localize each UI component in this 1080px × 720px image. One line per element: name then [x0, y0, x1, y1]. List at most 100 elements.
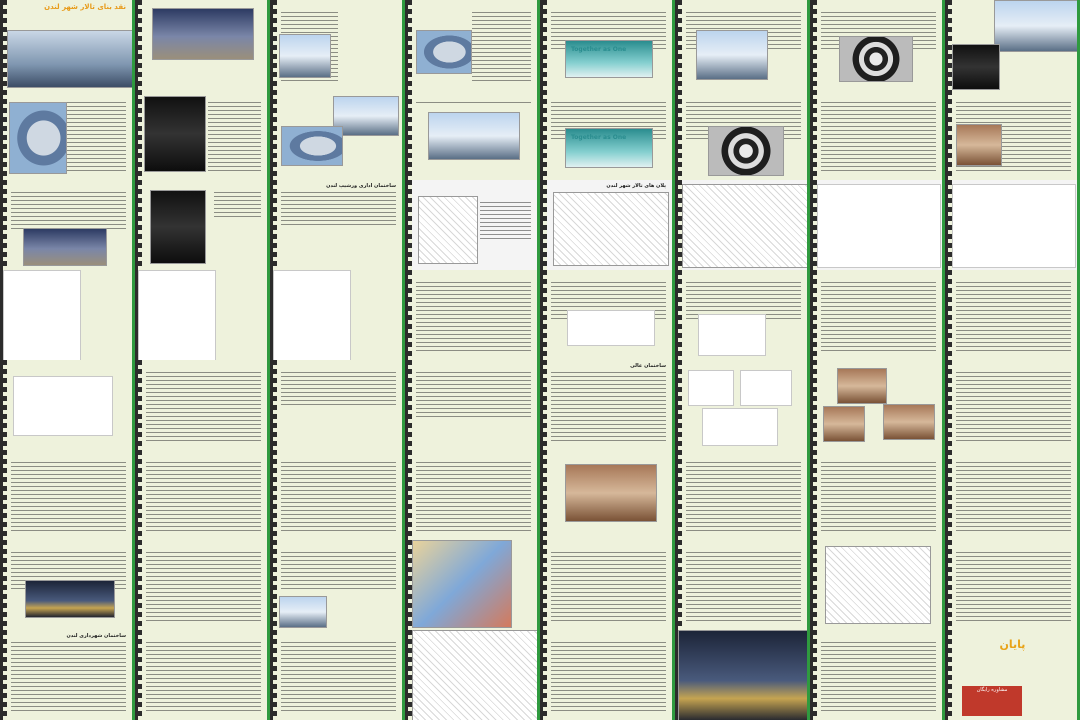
slide-6[interactable]	[675, 0, 810, 90]
slide-text	[11, 462, 126, 534]
slide-30[interactable]	[675, 270, 810, 360]
slide-20[interactable]	[405, 180, 540, 270]
slide-63[interactable]	[810, 630, 945, 720]
slide-text	[821, 462, 936, 534]
slide-24[interactable]	[945, 180, 1080, 270]
slide-title: پلان های تالار شهر لندن	[606, 183, 666, 189]
slide-49[interactable]	[0, 540, 135, 630]
interior-photo	[565, 464, 657, 522]
building-photo	[428, 112, 520, 160]
slide-28[interactable]	[405, 270, 540, 360]
slide-39[interactable]	[810, 360, 945, 450]
slide-22[interactable]	[675, 180, 810, 270]
slide-11[interactable]	[270, 90, 405, 180]
interior-photo	[956, 124, 1002, 166]
slide-19[interactable]: ساختمان اداری ورشیپ لندن	[270, 180, 405, 270]
slide-54[interactable]	[675, 540, 810, 630]
slide-32[interactable]	[945, 270, 1080, 360]
image-placeholder	[273, 270, 351, 360]
slide-2[interactable]	[135, 0, 270, 90]
slide-text	[551, 372, 666, 444]
structure-photo	[837, 368, 887, 404]
slide-text	[11, 192, 126, 230]
slide-57[interactable]: ساختمان شهرداری لندن	[0, 630, 135, 720]
slide-43[interactable]	[270, 450, 405, 540]
slide-60[interactable]	[405, 630, 540, 720]
slide-1[interactable]: نقد بنای تالار شهر لندن	[0, 0, 135, 90]
spiral-photo	[839, 36, 913, 82]
slide-text	[480, 202, 531, 240]
slide-51[interactable]	[270, 540, 405, 630]
slide-37[interactable]: ساختمان عالی	[540, 360, 675, 450]
slide-text	[551, 642, 666, 714]
image-placeholder	[740, 370, 792, 406]
slide-9[interactable]	[0, 90, 135, 180]
slide-50[interactable]	[135, 540, 270, 630]
slide-14[interactable]	[675, 90, 810, 180]
slide-23[interactable]	[810, 180, 945, 270]
slide-text	[416, 372, 531, 420]
slide-31[interactable]	[810, 270, 945, 360]
slide-text	[281, 552, 396, 590]
slide-text	[551, 552, 666, 624]
building-photo	[696, 30, 768, 80]
slide-4[interactable]	[405, 0, 540, 90]
end-title: پایان	[999, 638, 1026, 651]
site-plan	[682, 184, 807, 268]
slide-59[interactable]	[270, 630, 405, 720]
slide-7[interactable]	[810, 0, 945, 90]
slide-47[interactable]	[810, 450, 945, 540]
slide-10[interactable]	[135, 90, 270, 180]
slide-33[interactable]	[0, 360, 135, 450]
slide-text	[281, 192, 396, 226]
slide-36[interactable]	[405, 360, 540, 450]
slide-29[interactable]	[540, 270, 675, 360]
slide-40[interactable]	[945, 360, 1080, 450]
slide-35[interactable]	[270, 360, 405, 450]
slide-55[interactable]	[810, 540, 945, 630]
slide-17[interactable]	[0, 180, 135, 270]
slide-16[interactable]	[945, 90, 1080, 180]
ramp-photo	[144, 96, 206, 172]
section-drawing	[412, 540, 512, 628]
slide-41[interactable]	[0, 450, 135, 540]
slide-53[interactable]	[540, 540, 675, 630]
structure-photo	[952, 44, 1000, 90]
slide-8[interactable]	[945, 0, 1080, 90]
slide-text	[472, 12, 531, 84]
slide-45[interactable]	[540, 450, 675, 540]
slide-21[interactable]: پلان های تالار شهر لندن	[540, 180, 675, 270]
slide-52[interactable]	[405, 540, 540, 630]
slide-64[interactable]: پایان مشاوره رایگان	[945, 630, 1080, 720]
slide-text	[686, 462, 801, 534]
slide-48[interactable]	[945, 450, 1080, 540]
slide-text	[281, 372, 396, 406]
slide-3[interactable]	[270, 0, 405, 90]
slide-58[interactable]	[135, 630, 270, 720]
slide-42[interactable]	[135, 450, 270, 540]
slide-title: نقد بنای تالار شهر لندن	[44, 3, 126, 11]
slide-26[interactable]	[135, 270, 270, 360]
slide-44[interactable]	[405, 450, 540, 540]
slide-13[interactable]: Together as One	[540, 90, 675, 180]
slide-38[interactable]	[675, 360, 810, 450]
slide-title: ساختمان اداری ورشیپ لندن	[326, 183, 396, 189]
tower-bridge-sketch	[412, 630, 537, 720]
slide-25[interactable]	[0, 270, 135, 360]
graphic-caption: Together as One	[571, 46, 627, 53]
slide-title: ساختمان عالی	[630, 363, 666, 369]
slide-61[interactable]	[540, 630, 675, 720]
slide-18[interactable]	[135, 180, 270, 270]
slide-sheet: نقد بنای تالار شهر لندن Together as One	[0, 0, 1080, 720]
slide-text	[416, 462, 531, 534]
slide-46[interactable]	[675, 450, 810, 540]
slide-text	[956, 462, 1071, 534]
slide-27[interactable]	[270, 270, 405, 360]
slide-12[interactable]	[405, 90, 540, 180]
slide-15[interactable]	[810, 90, 945, 180]
slide-56[interactable]	[945, 540, 1080, 630]
slide-34[interactable]	[135, 360, 270, 450]
skyline-photo	[994, 0, 1077, 52]
slide-62[interactable]	[675, 630, 810, 720]
slide-5[interactable]: Together as One	[540, 0, 675, 90]
